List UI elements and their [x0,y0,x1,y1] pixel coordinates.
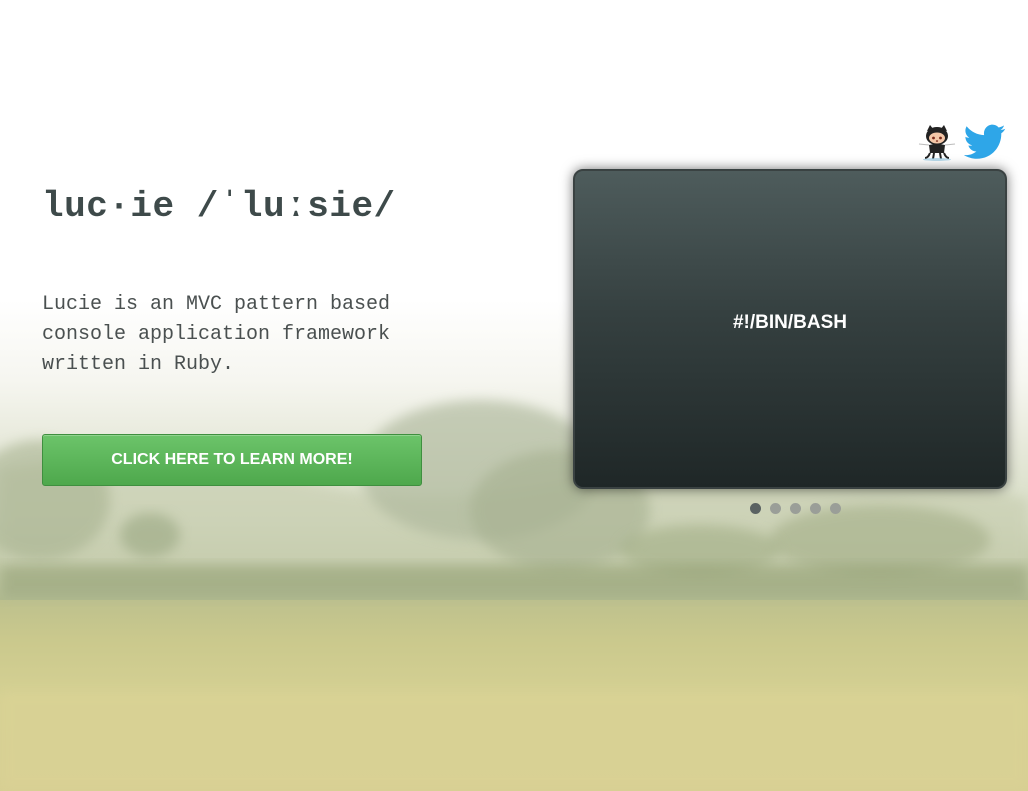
twitter-bird-icon [964,124,1006,159]
page-title: luc·ie /ˈluːsie/ [42,186,396,227]
slider-pagination [750,503,841,514]
slider-dot-2[interactable] [770,503,781,514]
image-slider[interactable]: #!/BIN/BASH [573,169,1007,489]
social-links [916,122,1006,162]
slider-dot-3[interactable] [790,503,801,514]
hero-description: Lucie is an MVC pattern based console ap… [42,293,391,376]
twitter-link[interactable] [964,122,1006,162]
learn-more-button[interactable]: CLICK HERE TO LEARN MORE! [42,434,422,486]
slider-dot-1[interactable] [750,503,761,514]
slider-dot-5[interactable] [830,503,841,514]
slide-caption: #!/BIN/BASH [732,312,847,333]
github-octocat-icon [918,125,956,161]
github-link[interactable] [916,122,958,162]
slider-dot-4[interactable] [810,503,821,514]
